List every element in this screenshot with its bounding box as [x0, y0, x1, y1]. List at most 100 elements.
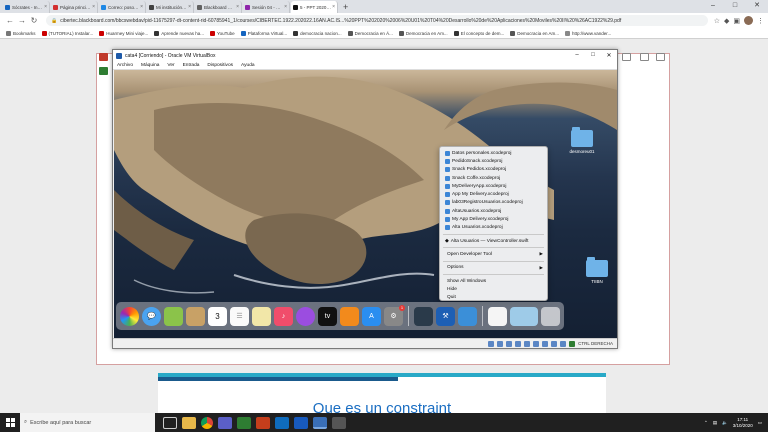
- app-icon[interactable]: [332, 416, 346, 429]
- document-icon[interactable]: [488, 306, 507, 326]
- forward-icon[interactable]: →: [16, 16, 28, 25]
- calendar-icon[interactable]: 3: [208, 306, 227, 326]
- star-icon[interactable]: ☆: [714, 17, 720, 25]
- menu-archivo[interactable]: Archivo: [117, 63, 133, 68]
- new-tab-button[interactable]: +: [339, 1, 352, 13]
- show-all-windows-item[interactable]: Show All Windows: [440, 277, 547, 285]
- extension-icon[interactable]: ▣: [733, 17, 740, 25]
- recent-file-item[interactable]: Snack Coffe.xcodeproj: [440, 174, 547, 182]
- photos-icon[interactable]: [120, 306, 139, 326]
- bookmark-item[interactable]: El concepto de dem...: [453, 30, 504, 36]
- desktop-folder[interactable]: TIIBN: [577, 257, 617, 284]
- system-preferences-icon[interactable]: ⚙ 1: [384, 304, 405, 326]
- recent-file-item[interactable]: Alta Usuarios.xcodeproj: [440, 224, 547, 232]
- task-view-icon[interactable]: [163, 416, 177, 429]
- bookmark-item[interactable]: YouTube: [210, 30, 235, 36]
- close-icon[interactable]: ×: [92, 4, 95, 10]
- bookmark-item[interactable]: Democracia en Am...: [510, 30, 559, 36]
- clock[interactable]: 17:11 3/10/2020: [733, 417, 753, 429]
- tab-0[interactable]: Sócrates - Intranet×: [3, 1, 50, 13]
- recent-file-item[interactable]: AltaUsuarios.xcodeproj: [440, 207, 547, 215]
- close-window-button[interactable]: ✕: [746, 0, 768, 12]
- app-icon[interactable]: [237, 416, 251, 429]
- bookmark-item[interactable]: Democracia en Am...: [398, 30, 448, 36]
- close-icon[interactable]: ×: [44, 4, 47, 10]
- trash-icon[interactable]: [541, 306, 560, 326]
- current-window-item[interactable]: ◆ Alta Usuarios — ViewController.swift: [440, 237, 547, 245]
- podcasts-icon[interactable]: [296, 306, 315, 326]
- recent-file-item[interactable]: My App Delivery.xcodeproj: [440, 215, 547, 223]
- bookmark-item[interactable]: Huarmey Mini viaje...: [99, 30, 148, 36]
- menu-ver[interactable]: Ver: [167, 63, 174, 68]
- vbox-minimize-button[interactable]: –: [569, 52, 585, 59]
- menu-dispositivos[interactable]: Dispositivos: [207, 63, 233, 68]
- chrome-icon[interactable]: [201, 416, 213, 429]
- recent-file-item[interactable]: MyDeliveryApp.xcodeproj: [440, 182, 547, 190]
- tab-4[interactable]: Blackboard Collaborate Ultra - 4×: [195, 1, 242, 13]
- launchpad-icon[interactable]: [414, 306, 433, 326]
- bookmark-item[interactable]: Aprende nuevas ha...: [154, 30, 204, 36]
- tab-5[interactable]: Sesión 04 - Navegación entr×: [243, 1, 290, 13]
- quit-item[interactable]: Quit: [440, 293, 547, 301]
- vm-screen[interactable]: desmoreu01 TIIBN Datos personales.xcodep…: [114, 70, 617, 339]
- record-icon[interactable]: [99, 53, 108, 61]
- network-icon[interactable]: ▤: [713, 420, 717, 426]
- vbox-maximize-button[interactable]: □: [585, 52, 601, 59]
- bookmark-item[interactable]: http://www.vander...: [564, 30, 611, 36]
- virtualbox-icon[interactable]: [313, 416, 327, 429]
- desktop-folder[interactable]: desmoreu01: [562, 127, 602, 154]
- volume-icon[interactable]: 🔈: [722, 420, 728, 426]
- bookmark-item[interactable]: (TUTORIAL) Instalar...: [41, 30, 93, 36]
- reload-icon[interactable]: ↻: [28, 16, 40, 25]
- close-icon[interactable]: ×: [332, 4, 335, 10]
- close-icon[interactable]: ×: [140, 4, 143, 10]
- books-icon[interactable]: [340, 306, 359, 326]
- notes-icon[interactable]: [186, 306, 205, 326]
- minimize-button[interactable]: –: [702, 0, 724, 12]
- recent-file-item[interactable]: Snack Pedidos.xcodeproj: [440, 166, 547, 174]
- start-button[interactable]: [0, 413, 20, 432]
- close-icon[interactable]: ×: [236, 4, 239, 10]
- menu-maquina[interactable]: Máquina: [141, 63, 159, 68]
- history-icon[interactable]: [622, 53, 631, 61]
- menu-ayuda[interactable]: Ayuda: [241, 63, 255, 68]
- tab-2[interactable]: Correo: posoto (Soto Vidal, Sant×: [99, 1, 146, 13]
- chat-icon[interactable]: [99, 67, 108, 75]
- avatar[interactable]: [744, 16, 753, 25]
- music-icon[interactable]: ♪: [274, 306, 293, 326]
- taskbar-search-input[interactable]: ⌕ Escribe aquí para buscar: [20, 413, 155, 432]
- extension-icon[interactable]: ◆: [724, 17, 729, 25]
- bookmark-item[interactable]: Bookmarks: [6, 30, 36, 36]
- maps-icon[interactable]: [164, 306, 183, 326]
- menu-icon[interactable]: ⋮: [757, 17, 764, 25]
- back-icon[interactable]: ←: [4, 16, 16, 25]
- tab-3[interactable]: Mi institución CIBERTEC - Black×: [147, 1, 194, 13]
- chevron-up-icon[interactable]: ⌃: [704, 420, 708, 426]
- recent-file-item[interactable]: lab03RegistroUsuarios.xcodeproj: [440, 199, 547, 207]
- notifications-icon[interactable]: ▭: [758, 420, 762, 426]
- tab-1[interactable]: Página principal de Microsoft O×: [51, 1, 98, 13]
- menu-entrada[interactable]: Entrada: [183, 63, 200, 68]
- appletv-icon[interactable]: tv: [318, 306, 337, 326]
- options-item[interactable]: Options ▶: [440, 264, 547, 272]
- teams-icon[interactable]: [218, 416, 232, 429]
- close-icon[interactable]: ×: [188, 4, 191, 10]
- recent-file-item[interactable]: Datos personales.xcodeproj: [440, 149, 547, 157]
- appstore-icon[interactable]: A: [362, 306, 381, 326]
- hide-item[interactable]: Hide: [440, 285, 547, 293]
- tab-6[interactable]: 5 - PPT 2020 06 U01 T04 Desarr×: [291, 1, 338, 13]
- vbox-close-button[interactable]: ✕: [601, 52, 617, 59]
- open-developer-tool-item[interactable]: Open Developer Tool ▶: [440, 250, 547, 258]
- bookmark-item[interactable]: Democracia en Á...: [347, 30, 393, 36]
- recent-file-item[interactable]: App My Delivery.xcodeproj: [440, 190, 547, 198]
- reminders-icon[interactable]: ☰: [230, 306, 249, 326]
- screenshot-icon[interactable]: [510, 306, 538, 326]
- powerpoint-icon[interactable]: [256, 416, 270, 429]
- bookmark-item[interactable]: democracia nacion...: [293, 30, 342, 36]
- xcode-icon[interactable]: ⚒: [436, 306, 455, 326]
- close-icon[interactable]: ×: [284, 4, 287, 10]
- word-icon[interactable]: [294, 416, 308, 429]
- messages-icon[interactable]: 💬: [142, 306, 161, 326]
- file-explorer-icon[interactable]: [182, 416, 196, 429]
- outlook-icon[interactable]: [275, 416, 289, 429]
